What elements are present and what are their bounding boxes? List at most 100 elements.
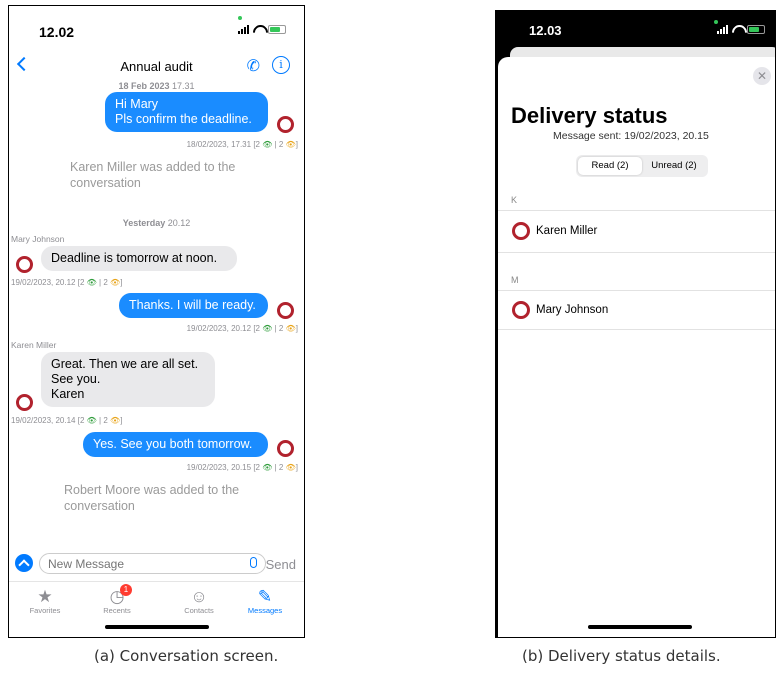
message-input[interactable] bbox=[39, 553, 266, 574]
message-line: Great. Then we are all set. bbox=[51, 357, 199, 371]
microphone-icon[interactable] bbox=[250, 557, 257, 568]
wifi-icon bbox=[253, 25, 264, 34]
read-count: 2 bbox=[79, 278, 85, 287]
phone-icon[interactable]: ✆ bbox=[247, 56, 260, 76]
eye-slash-icon: 👁 bbox=[110, 278, 121, 287]
divider bbox=[498, 290, 775, 291]
date-separator: 18 Feb 2023 17.31 bbox=[9, 81, 304, 91]
signal-icon bbox=[238, 25, 249, 34]
message-meta: 19/02/2023, 20.14 [2 👁 | 2 👁] bbox=[11, 416, 123, 425]
system-icons bbox=[238, 25, 286, 34]
page-title: Delivery status bbox=[511, 103, 668, 128]
system-message: Karen Miller was added to the conversati… bbox=[70, 160, 236, 190]
section-header: M bbox=[511, 275, 519, 285]
send-button[interactable]: Send bbox=[266, 557, 296, 572]
eye-icon: 👁 bbox=[86, 416, 97, 425]
message-meta: 18/02/2023, 17.31 [2 👁 | 2 👁] bbox=[186, 140, 298, 149]
message-timestamp: 19/02/2023, 20.12 bbox=[11, 278, 76, 287]
eye-icon: 👁 bbox=[262, 324, 273, 333]
camera-indicator-dot bbox=[714, 20, 718, 24]
segment-unread[interactable]: Unread (2) bbox=[642, 157, 706, 175]
message-line: Pls confirm the deadline. bbox=[115, 112, 252, 126]
clock-icon: ◷ 1 bbox=[87, 584, 147, 606]
message-meta: 19/02/2023, 20.12 [2 👁 | 2 👁] bbox=[11, 278, 123, 287]
eye-slash-icon: 👁 bbox=[285, 324, 296, 333]
message-timestamp: 19/02/2023, 20.14 bbox=[11, 416, 76, 425]
conversation-screen: 12.02 Annual audit ✆ i 18 Feb 2023 17.31… bbox=[8, 5, 305, 638]
sender-name: Mary Johnson bbox=[11, 234, 65, 244]
date-label: 18 Feb 2023 bbox=[118, 81, 170, 91]
caption-a: (a) Conversation screen. bbox=[94, 647, 279, 665]
contact-name: Mary Johnson bbox=[536, 304, 609, 316]
message-timestamp: 18/02/2023, 17.31 bbox=[186, 140, 252, 149]
battery-icon bbox=[747, 25, 765, 34]
read-count: 2 bbox=[255, 324, 260, 333]
read-count: 2 bbox=[79, 416, 85, 425]
signal-icon bbox=[717, 25, 728, 34]
expand-chevron-icon[interactable] bbox=[15, 554, 33, 572]
avatar bbox=[16, 256, 33, 273]
message-line: Thanks. I will be ready. bbox=[129, 298, 256, 312]
eye-slash-icon: 👁 bbox=[110, 416, 121, 425]
system-message: Robert Moore was added to the conversati… bbox=[64, 483, 240, 513]
system-icons bbox=[717, 25, 765, 34]
read-unread-segmented-control: Read (2) Unread (2) bbox=[576, 155, 708, 177]
message-line: See you. bbox=[51, 372, 101, 386]
navigation-bar: Annual audit ✆ i bbox=[9, 56, 304, 82]
delivery-status-sheet: ✕ Delivery status Message sent: 19/02/20… bbox=[498, 57, 775, 637]
message-bubble-outgoing[interactable]: Yes. See you both tomorrow. bbox=[83, 432, 268, 457]
tab-bar: ★ Favorites ◷ 1 Recents ☺ Contacts ✎ Mess… bbox=[9, 581, 304, 621]
eye-icon: 👁 bbox=[86, 278, 97, 287]
unread-count: 2 bbox=[278, 324, 284, 333]
message-bubble-outgoing[interactable]: Hi Mary Pls confirm the deadline. bbox=[105, 92, 268, 132]
sender-name: Karen Miller bbox=[11, 340, 57, 350]
date-label: Yesterday bbox=[122, 218, 166, 228]
divider bbox=[498, 252, 775, 253]
tab-label: Contacts bbox=[184, 606, 214, 615]
tab-messages[interactable]: ✎ Messages bbox=[235, 588, 295, 616]
sent-timestamp: Message sent: 19/02/2023, 20.15 bbox=[553, 130, 709, 142]
message-meta: 19/02/2023, 20.12 [2 👁 | 2 👁] bbox=[186, 324, 298, 333]
divider bbox=[498, 210, 775, 211]
read-count: 2 bbox=[255, 140, 260, 149]
message-line: Hi Mary bbox=[115, 97, 159, 111]
tab-label: Favorites bbox=[29, 606, 61, 615]
section-header: K bbox=[511, 195, 518, 205]
unread-count: 2 bbox=[103, 278, 108, 287]
eye-slash-icon: 👁 bbox=[285, 140, 296, 149]
tab-contacts[interactable]: ☺ Contacts bbox=[169, 588, 229, 616]
eye-icon: 👁 bbox=[262, 140, 273, 149]
tab-favorites[interactable]: ★ Favorites bbox=[15, 588, 75, 616]
notification-badge: 1 bbox=[120, 584, 132, 596]
home-indicator bbox=[588, 625, 692, 629]
camera-indicator-dot bbox=[238, 16, 242, 20]
avatar bbox=[277, 116, 294, 133]
list-item[interactable]: Mary Johnson bbox=[512, 301, 608, 319]
tab-recents[interactable]: ◷ 1 Recents bbox=[87, 584, 147, 615]
avatar bbox=[277, 302, 294, 319]
message-line: Karen bbox=[51, 387, 85, 401]
list-item[interactable]: Karen Miller bbox=[512, 222, 597, 240]
unread-count: 2 bbox=[278, 463, 284, 472]
message-composer: Send bbox=[9, 549, 304, 577]
close-icon[interactable]: ✕ bbox=[753, 67, 771, 85]
read-count: 2 bbox=[255, 463, 260, 472]
info-icon[interactable]: i bbox=[272, 56, 290, 74]
tab-label: Messages bbox=[247, 606, 283, 615]
message-line: Yes. See you both tomorrow. bbox=[93, 437, 253, 451]
eye-slash-icon: 👁 bbox=[285, 463, 296, 472]
avatar bbox=[512, 222, 530, 240]
message-meta: 19/02/2023, 20.15 [2 👁 | 2 👁] bbox=[186, 463, 298, 472]
contact-name: Karen Miller bbox=[536, 225, 598, 237]
eye-icon: 👁 bbox=[262, 463, 273, 472]
message-bubble-incoming[interactable]: Deadline is tomorrow at noon. bbox=[41, 246, 237, 271]
message-line: Deadline is tomorrow at noon. bbox=[51, 251, 218, 265]
avatar bbox=[16, 394, 33, 411]
wifi-icon bbox=[732, 25, 743, 34]
segment-read[interactable]: Read (2) bbox=[578, 157, 642, 175]
delivery-status-screen: 12.03 ✕ Delivery status Message sent: 19… bbox=[495, 10, 776, 638]
date-separator: Yesterday 20.12 bbox=[9, 218, 304, 228]
message-bubble-outgoing[interactable]: Thanks. I will be ready. bbox=[119, 293, 268, 318]
caption-b: (b) Delivery status details. bbox=[522, 647, 721, 665]
message-bubble-incoming[interactable]: Great. Then we are all set. See you. Kar… bbox=[41, 352, 215, 407]
